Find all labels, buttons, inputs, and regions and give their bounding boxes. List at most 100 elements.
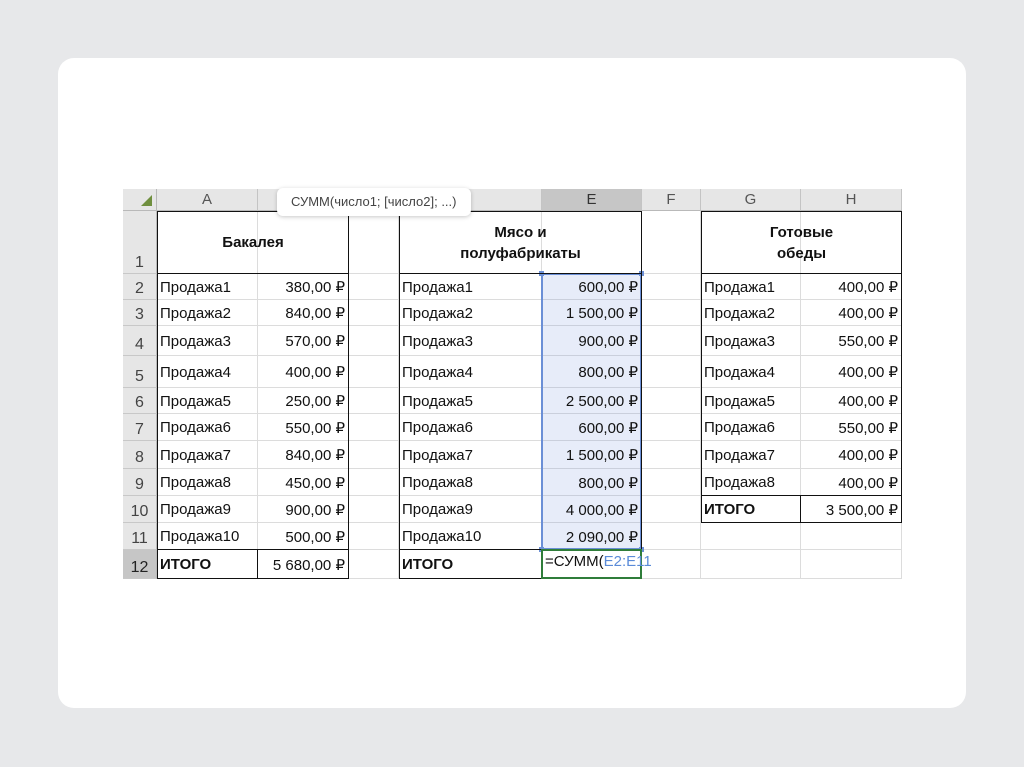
- sale-value[interactable]: 2 500,00 ₽: [542, 388, 642, 414]
- formula-input[interactable]: =СУММ(E2:E11: [545, 553, 652, 570]
- column-header[interactable]: A: [157, 189, 258, 211]
- sale-value[interactable]: 800,00 ₽: [542, 469, 642, 496]
- sale-value[interactable]: 1 500,00 ₽: [542, 441, 642, 469]
- sale-label[interactable]: Продажа5: [399, 388, 542, 414]
- sale-label[interactable]: Продажа7: [157, 441, 258, 469]
- sale-label[interactable]: Продажа10: [157, 523, 258, 550]
- sale-value[interactable]: 840,00 ₽: [258, 300, 349, 326]
- sale-label[interactable]: Продажа1: [157, 274, 258, 300]
- sale-value[interactable]: 550,00 ₽: [258, 414, 349, 441]
- row-header[interactable]: 6: [123, 388, 157, 414]
- row-header[interactable]: 4: [123, 326, 157, 356]
- header-line: обеды: [776, 244, 827, 262]
- formula-prefix: =СУММ(: [545, 553, 604, 570]
- sale-label[interactable]: Продажа6: [157, 414, 258, 441]
- table-border: [701, 211, 902, 212]
- table-header-myaso: Мясо и полуфабрикаты: [399, 211, 642, 274]
- sale-value[interactable]: 1 500,00 ₽: [542, 300, 642, 326]
- column-header[interactable]: E: [542, 189, 642, 211]
- sale-label[interactable]: Продажа4: [701, 356, 801, 388]
- sale-value[interactable]: 400,00 ₽: [801, 274, 902, 300]
- table-border: [157, 578, 349, 579]
- total-label[interactable]: ИТОГО: [701, 496, 801, 523]
- sale-label[interactable]: Продажа4: [157, 356, 258, 388]
- table-border: [257, 550, 258, 579]
- sale-value[interactable]: 500,00 ₽: [258, 523, 349, 550]
- header-line: Мясо и: [494, 223, 547, 241]
- sale-label[interactable]: Продажа9: [157, 496, 258, 523]
- sale-value[interactable]: 550,00 ₽: [801, 326, 902, 356]
- total-value[interactable]: 3 500,00 ₽: [801, 496, 902, 523]
- sale-label[interactable]: Продажа3: [701, 326, 801, 356]
- sale-label[interactable]: Продажа3: [399, 326, 542, 356]
- sale-value[interactable]: 800,00 ₽: [542, 356, 642, 388]
- sale-value[interactable]: 2 090,00 ₽: [542, 523, 642, 550]
- select-all-triangle-icon: [141, 195, 152, 206]
- table-border: [701, 522, 902, 523]
- sale-label[interactable]: Продажа7: [399, 441, 542, 469]
- sale-label[interactable]: Продажа8: [701, 469, 801, 496]
- sale-label[interactable]: Продажа8: [399, 469, 542, 496]
- row-header[interactable]: 1: [123, 211, 157, 274]
- sale-label[interactable]: Продажа7: [701, 441, 801, 469]
- sale-label[interactable]: Продажа9: [399, 496, 542, 523]
- sale-value[interactable]: 380,00 ₽: [258, 274, 349, 300]
- sale-label[interactable]: Продажа1: [701, 274, 801, 300]
- table-header-gotovye: Готовые обеды: [701, 211, 902, 274]
- table-border: [157, 273, 349, 274]
- row-header[interactable]: 8: [123, 441, 157, 469]
- sale-label[interactable]: Продажа1: [399, 274, 542, 300]
- sale-label[interactable]: Продажа8: [157, 469, 258, 496]
- table-border: [157, 211, 158, 579]
- sale-value[interactable]: 840,00 ₽: [258, 441, 349, 469]
- total-value[interactable]: 5 680,00 ₽: [258, 550, 349, 579]
- active-cell-E12[interactable]: =СУММ(E2:E11: [541, 549, 652, 579]
- sale-value[interactable]: 400,00 ₽: [801, 300, 902, 326]
- row-header[interactable]: 3: [123, 300, 157, 326]
- row-header[interactable]: 2: [123, 274, 157, 300]
- select-all-corner[interactable]: [123, 189, 157, 211]
- sale-label[interactable]: Продажа6: [701, 414, 801, 441]
- column-header[interactable]: F: [642, 189, 701, 211]
- sale-value[interactable]: 400,00 ₽: [801, 388, 902, 414]
- row-header[interactable]: 12: [123, 550, 157, 579]
- column-header[interactable]: H: [801, 189, 902, 211]
- sale-value[interactable]: 900,00 ₽: [258, 496, 349, 523]
- sale-value[interactable]: 400,00 ₽: [801, 441, 902, 469]
- sale-value[interactable]: 550,00 ₽: [801, 414, 902, 441]
- row-header[interactable]: 10: [123, 496, 157, 523]
- sale-value[interactable]: 570,00 ₽: [258, 326, 349, 356]
- row-header[interactable]: 11: [123, 523, 157, 550]
- column-header[interactable]: G: [701, 189, 801, 211]
- sale-label[interactable]: Продажа4: [399, 356, 542, 388]
- total-label[interactable]: ИТОГО: [399, 550, 542, 579]
- table-border: [701, 495, 902, 496]
- sale-value[interactable]: 400,00 ₽: [801, 469, 902, 496]
- table-border: [399, 273, 642, 274]
- sale-value[interactable]: 600,00 ₽: [542, 274, 642, 300]
- sale-value[interactable]: 400,00 ₽: [258, 356, 349, 388]
- table-border: [399, 211, 400, 579]
- sale-label[interactable]: Продажа10: [399, 523, 542, 550]
- sale-value[interactable]: 250,00 ₽: [258, 388, 349, 414]
- sale-label[interactable]: Продажа5: [157, 388, 258, 414]
- row-header[interactable]: 9: [123, 469, 157, 496]
- sale-label[interactable]: Продажа2: [701, 300, 801, 326]
- row-header[interactable]: 7: [123, 414, 157, 441]
- table-border: [641, 211, 642, 579]
- sale-label[interactable]: Продажа2: [399, 300, 542, 326]
- row-header[interactable]: 5: [123, 356, 157, 388]
- sale-value[interactable]: 900,00 ₽: [542, 326, 642, 356]
- sale-value[interactable]: 450,00 ₽: [258, 469, 349, 496]
- table-border: [348, 211, 349, 579]
- sale-label[interactable]: Продажа3: [157, 326, 258, 356]
- sale-label[interactable]: Продажа6: [399, 414, 542, 441]
- sale-value[interactable]: 600,00 ₽: [542, 414, 642, 441]
- sale-label[interactable]: Продажа2: [157, 300, 258, 326]
- spreadsheet-grid[interactable]: A E F G H 1 2 3 4 5 6 7 8 9 10 11 12 Продажа1 380,00 ₽ Прод…: [123, 189, 902, 581]
- sale-value[interactable]: 400,00 ₽: [801, 356, 902, 388]
- sale-label[interactable]: Продажа5: [701, 388, 801, 414]
- header-line: Готовые: [769, 223, 834, 241]
- sale-value[interactable]: 4 000,00 ₽: [542, 496, 642, 523]
- total-label[interactable]: ИТОГО: [157, 550, 258, 579]
